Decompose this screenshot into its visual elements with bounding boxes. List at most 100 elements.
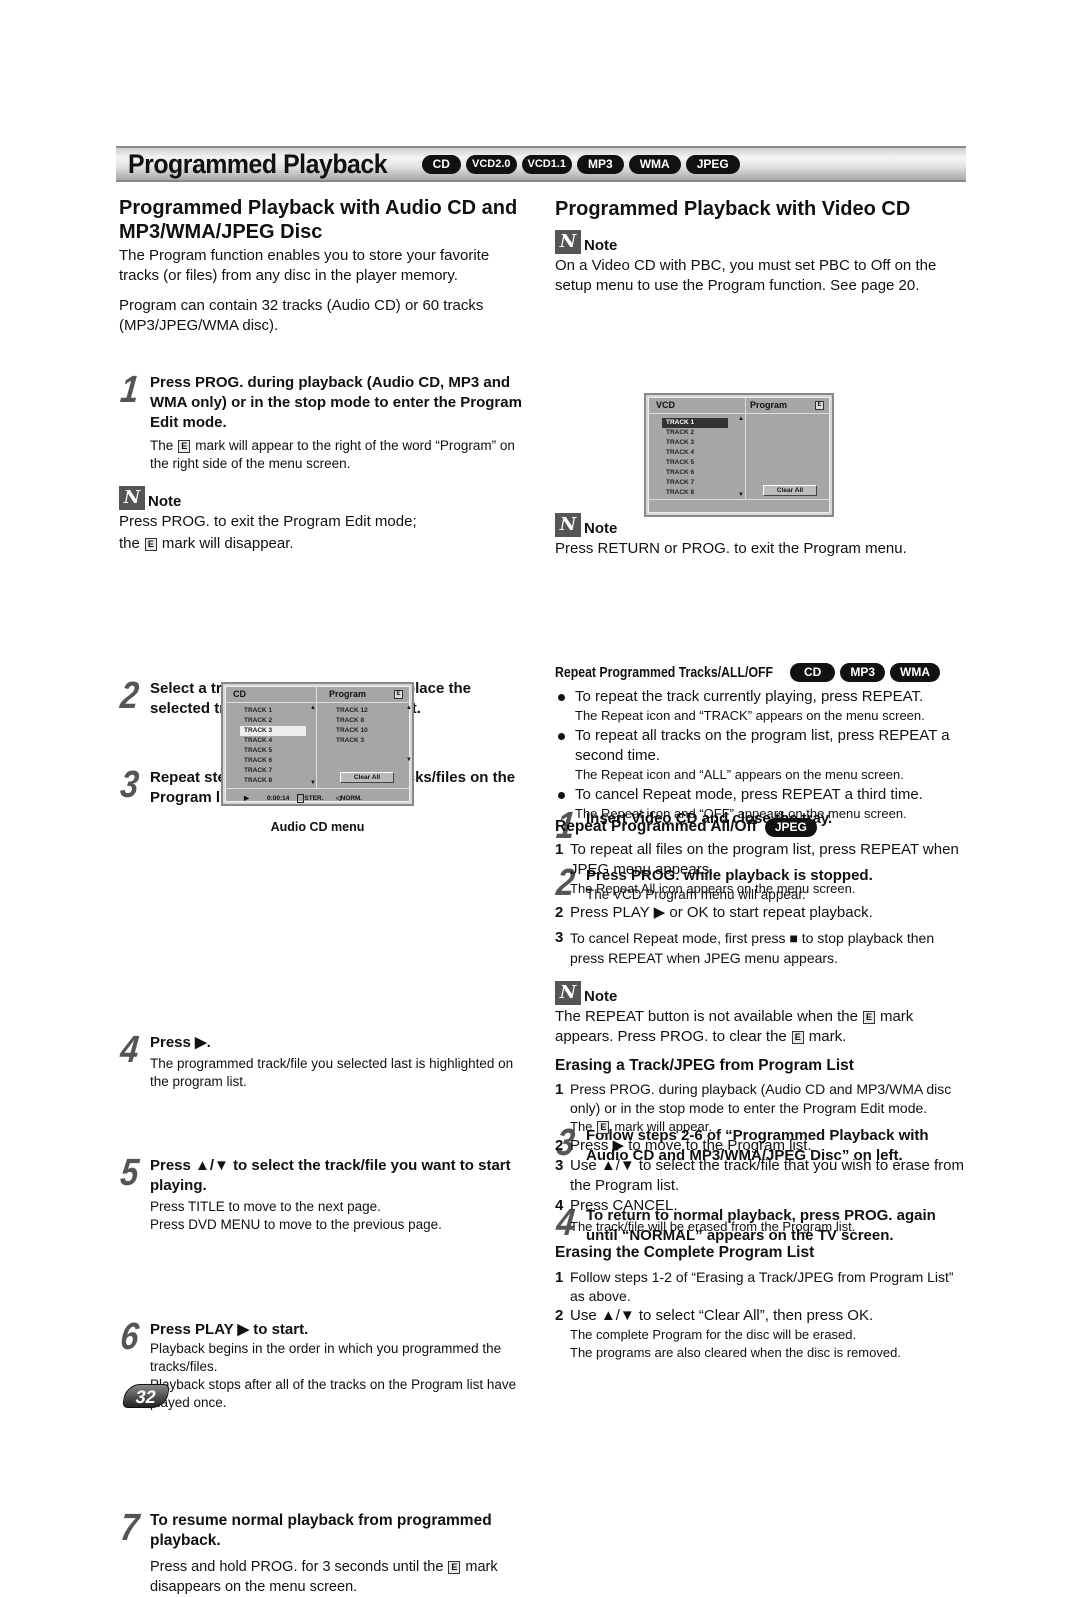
track-item[interactable]: TRACK 3 [240,726,306,736]
step-description-2: Press DVD MENU to move to the previous p… [150,1217,442,1232]
erase-all-section: Erasing the Complete Program List 1 Foll… [555,1243,970,1362]
stop-icon: ■ [789,930,798,946]
track-item[interactable]: TRACK 8 [332,716,392,726]
scroll-up-icon[interactable]: ▲ [310,705,316,711]
note-text: Press PROG. to exit the Program Edit mod… [119,513,417,530]
edit-mark-icon: E [597,1121,610,1134]
scroll-down-icon[interactable]: ▼ [406,757,412,763]
sound-mode-label: NORM. [340,794,363,802]
track-item[interactable]: TRACK 12 [332,706,392,716]
track-item[interactable]: TRACK 2 [662,428,728,438]
step-description: Press and hold PROG. for 3 seconds until… [150,1559,498,1595]
edit-mark-icon: E [178,440,191,453]
audio-cd-menu-caption: Audio CD menu [270,820,365,834]
track-item[interactable]: TRACK 1 [240,706,306,716]
intro-paragraph-2: Program can contain 32 tracks (Audio CD)… [119,297,484,334]
track-item[interactable]: TRACK 8 [662,488,728,498]
track-item[interactable]: TRACK 2 [240,716,306,726]
scroll-up-icon[interactable]: ▲ [738,416,744,422]
track-item[interactable]: TRACK 5 [662,458,728,468]
left-step-6: 6 Press PLAY ▶ to start. Playback begins… [118,1316,529,1412]
step-heading: Press PLAY ▶ to start. [150,1321,309,1338]
repeat-tracks-heading: Repeat Programmed Tracks/ALL/OFF [555,664,774,681]
badge-wma: WMA [628,154,681,174]
track-item[interactable]: TRACK 8 [240,776,306,786]
menu-header-program: Program [329,689,367,699]
step-description: The programmed track/file you selected l… [150,1056,514,1089]
track-item[interactable]: TRACK 10 [332,726,392,736]
badge-cd: CD [421,154,461,174]
step-description: The Emark will appear to the right of the… [150,438,515,471]
badge-wma: WMA [890,663,941,682]
right-heading: Programmed Playback with Video CD [555,198,911,220]
edit-mark-icon: E [394,690,403,699]
repeat-all-heading-row: Repeat Programmed All/Off JPEG [555,817,970,837]
step-number: 6 [118,1316,141,1358]
left-note-1: N Note Press PROG. to exit the Program Ed… [119,486,529,554]
edit-mark-icon: E [791,1031,804,1044]
page-title: Programmed Playback [128,148,388,179]
right-note-2: N Note Press RETURN or PROG. to exit the … [555,513,970,559]
menu-header-program: Program [750,400,788,410]
track-item[interactable]: TRACK 3 [332,736,392,746]
step-number: 4 [118,1029,141,1071]
track-item[interactable]: TRACK 3 [662,438,728,448]
vcd-menu-screen: VCD Program E ▲ ▼ TRACK 1 TRACK 2 TRACK 3T… [644,393,834,517]
list-item: 2 Use ▲/▼ to select “Clear All”, then pr… [555,1307,901,1360]
scroll-up-icon[interactable]: ▲ [406,705,412,711]
track-item[interactable]: TRACK 4 [662,448,728,458]
step-number: 2 [118,675,141,717]
badge-jpeg: JPEG [685,154,740,174]
right-note-3: N Note The REPEAT button is not available… [555,981,970,1047]
step-number: 3 [118,764,141,806]
track-item[interactable]: TRACK 6 [662,468,728,478]
track-item[interactable]: TRACK 4 [240,736,306,746]
step-number: 5 [118,1152,141,1194]
note-icon: N [555,513,581,537]
note-text: On a Video CD with PBC, you must set PBC… [555,257,937,294]
left-column: Programmed Playback with Audio CD and MP… [119,196,529,336]
track-item[interactable]: TRACK 1 [662,418,728,428]
section-title-bar: Programmed Playback CD VCD2.0 VCD1.1 MP3… [116,146,966,182]
list-item: 3 To cancel Repeat mode, first press ■ t… [555,929,935,966]
note-icon: N [119,486,145,510]
step-description-2: Playback stops after all of the tracks o… [150,1377,517,1410]
elapsed-time: 0:00:14 [267,794,290,802]
erase-track-section: Erasing a Track/JPEG from Program List 1… [555,1056,970,1236]
badge-jpeg: JPEG [764,817,817,837]
clear-all-button[interactable]: Clear All [340,772,394,783]
scroll-down-icon[interactable]: ▼ [738,492,744,498]
edit-mark-icon: E [862,1011,875,1024]
list-item: 1 Press PROG. during playback (Audio CD … [555,1081,952,1134]
badge-vcd20: VCD2.0 [465,154,517,174]
note-label: Note [584,520,618,537]
step-description: Playback begins in the order in which yo… [150,1341,502,1374]
note-icon: N [555,230,581,254]
erase-all-heading: Erasing the Complete Program List [555,1244,815,1261]
list-item: To repeat the track currently playing, p… [555,687,970,725]
list-item: 4 Press CANCEL. The track/file will be e… [555,1197,856,1234]
clear-all-button[interactable]: Clear All [763,485,817,496]
badge-vcd11: VCD1.1 [521,154,573,174]
list-item: 2 Press ▶ to move to the Program list. [555,1137,812,1154]
step-heading: To resume normal playback from programme… [150,1512,492,1549]
left-step-7: 7 To resume normal playback from program… [118,1507,529,1597]
step-heading: Press ▲/▼ to select the track/file you w… [150,1157,511,1194]
step-heading: Press PROG. during playback (Audio CD, M… [150,374,522,431]
note-label: Note [584,988,618,1005]
audio-channel-label: STER. [304,794,324,802]
menu-status-bar: ▶ 0:00:14 STER. ◁ NORM. [226,791,409,805]
track-item[interactable]: TRACK 5 [240,746,306,756]
badge-mp3: MP3 [577,154,624,174]
menu-header-vcd: VCD [656,400,676,410]
audio-cd-menu-screen: CD Program E ▲ ▼ ▲ ▼ TRACK 1 TRACK 2 TRACK… [221,682,414,806]
badge-cd: CD [790,663,836,682]
step-number: 1 [118,369,141,411]
scroll-down-icon[interactable]: ▼ [310,780,316,786]
list-item: 1 To repeat all files on the program lis… [555,841,959,896]
track-item[interactable]: TRACK 6 [240,756,306,766]
intro-paragraph-1: The Program function enables you to stor… [119,247,490,284]
track-item[interactable]: TRACK 7 [240,766,306,776]
badge-mp3: MP3 [840,663,886,682]
track-item[interactable]: TRACK 7 [662,478,728,488]
